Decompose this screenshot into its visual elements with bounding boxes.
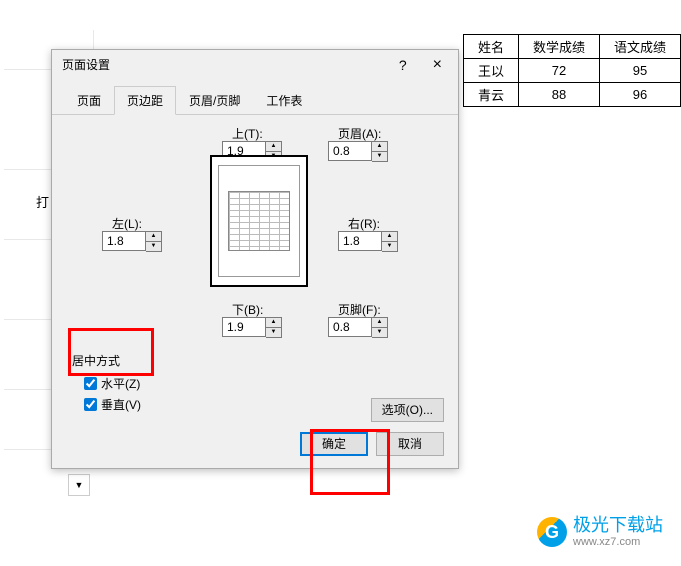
down-arrow-icon[interactable]: ▼ xyxy=(382,242,397,251)
down-arrow-icon[interactable]: ▼ xyxy=(146,242,161,251)
bottom-margin-input[interactable] xyxy=(222,317,266,337)
tab-worksheet[interactable]: 工作表 xyxy=(253,86,315,115)
help-button[interactable]: ? xyxy=(399,57,407,73)
right-margin-spinner[interactable]: ▲▼ xyxy=(382,231,398,252)
up-arrow-icon[interactable]: ▲ xyxy=(266,142,281,152)
up-arrow-icon[interactable]: ▲ xyxy=(266,318,281,328)
down-arrow-icon[interactable]: ▼ xyxy=(372,152,387,161)
left-margin-label: 左(L): xyxy=(112,215,142,232)
header-margin-spinner[interactable]: ▲▼ xyxy=(372,141,388,162)
up-arrow-icon[interactable]: ▲ xyxy=(382,232,397,242)
header-margin-label: 页眉(A): xyxy=(338,125,381,142)
tab-page[interactable]: 页面 xyxy=(64,86,114,115)
footer-margin-input-group: ▲▼ xyxy=(328,317,388,338)
center-method-title: 居中方式 xyxy=(72,352,438,369)
ok-button[interactable]: 确定 xyxy=(300,432,368,456)
watermark-name: 极光下载站 xyxy=(573,516,663,536)
left-margin-spinner[interactable]: ▲▼ xyxy=(146,231,162,252)
horizontal-checkbox-label: 水平(Z) xyxy=(101,375,140,392)
dialog-titlebar: 页面设置 ? × xyxy=(52,50,458,79)
footer-margin-input[interactable] xyxy=(328,317,372,337)
bottom-margin-spinner[interactable]: ▲▼ xyxy=(266,317,282,338)
table-header: 数学成绩 xyxy=(518,35,599,59)
down-arrow-icon[interactable]: ▼ xyxy=(372,328,387,337)
tab-bar: 页面 页边距 页眉/页脚 工作表 xyxy=(52,85,458,115)
right-margin-input[interactable] xyxy=(338,231,382,251)
up-arrow-icon[interactable]: ▲ xyxy=(146,232,161,242)
vertical-checkbox-label: 垂直(V) xyxy=(101,396,141,413)
right-margin-label: 右(R): xyxy=(348,215,380,232)
table-row: 王以 72 95 xyxy=(463,59,680,83)
top-margin-label: 上(T): xyxy=(232,125,263,142)
bottom-margin-label: 下(B): xyxy=(232,301,263,318)
left-margin-input[interactable] xyxy=(102,231,146,251)
data-table: 姓名 数学成绩 语文成绩 王以 72 95 青云 88 96 xyxy=(463,34,681,107)
page-preview xyxy=(210,155,308,287)
horizontal-checkbox-row[interactable]: 水平(Z) xyxy=(84,375,438,392)
horizontal-checkbox[interactable] xyxy=(84,377,97,390)
watermark: G 极光下载站 www.xz7.com xyxy=(537,516,663,548)
cancel-button[interactable]: 取消 xyxy=(376,432,444,456)
footer-margin-spinner[interactable]: ▲▼ xyxy=(372,317,388,338)
table-row: 青云 88 96 xyxy=(463,83,680,107)
watermark-url: www.xz7.com xyxy=(573,536,663,548)
tab-header-footer[interactable]: 页眉/页脚 xyxy=(176,86,253,115)
tab-margins[interactable]: 页边距 xyxy=(114,86,176,115)
up-arrow-icon[interactable]: ▲ xyxy=(372,142,387,152)
down-arrow-icon[interactable]: ▼ xyxy=(266,328,281,337)
page-setup-dialog: 页面设置 ? × 页面 页边距 页眉/页脚 工作表 上(T): ▲▼ 页眉(A)… xyxy=(51,49,459,469)
left-margin-input-group: ▲▼ xyxy=(102,231,162,252)
header-margin-input[interactable] xyxy=(328,141,372,161)
bottom-margin-input-group: ▲▼ xyxy=(222,317,282,338)
up-arrow-icon[interactable]: ▲ xyxy=(372,318,387,328)
dialog-title: 页面设置 xyxy=(62,56,110,73)
close-button[interactable]: × xyxy=(427,57,448,73)
table-header: 姓名 xyxy=(463,35,518,59)
header-margin-input-group: ▲▼ xyxy=(328,141,388,162)
footer-margin-label: 页脚(F): xyxy=(338,301,381,318)
background-dropdown-icon: ▼ xyxy=(68,474,90,496)
logo-icon: G xyxy=(537,517,567,547)
vertical-checkbox[interactable] xyxy=(84,398,97,411)
table-header: 语文成绩 xyxy=(599,35,680,59)
preview-grid xyxy=(228,191,290,251)
options-button[interactable]: 选项(O)... xyxy=(371,398,444,422)
right-margin-input-group: ▲▼ xyxy=(338,231,398,252)
background-text: 打 xyxy=(36,192,49,211)
